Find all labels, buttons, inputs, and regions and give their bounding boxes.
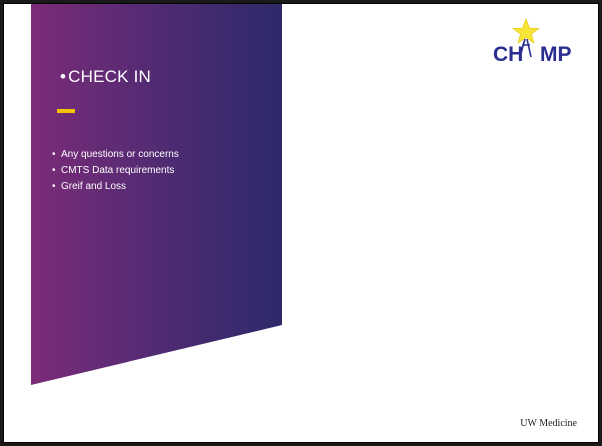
bullet-dot: • <box>52 165 56 176</box>
slide-title: • CHECK IN <box>60 67 151 87</box>
footer-label: UW Medicine <box>520 418 577 429</box>
accent-bar <box>57 109 75 113</box>
bullet-text: Any questions or concerns <box>61 149 179 160</box>
bullet-dot: • <box>52 181 56 192</box>
slide: • CHECK IN • Any questions or concerns • CM… <box>3 3 599 443</box>
bullet-text: CMTS Data requirements <box>61 165 175 176</box>
champ-logo: CH MP <box>493 18 572 66</box>
bullet-item: • Greif and Loss <box>52 179 179 195</box>
title-bullet: • <box>60 67 67 86</box>
bullet-list: • Any questions or concerns • CMTS Data re… <box>52 147 179 195</box>
logo-text-right: MP <box>540 43 572 66</box>
bullet-dot: • <box>52 149 56 160</box>
title-text: CHECK IN <box>68 67 151 86</box>
bullet-text: Greif and Loss <box>61 181 127 192</box>
bullet-item: • Any questions or concerns <box>52 147 179 163</box>
logo-text-left: CH <box>493 43 523 66</box>
bullet-item: • CMTS Data requirements <box>52 163 179 179</box>
